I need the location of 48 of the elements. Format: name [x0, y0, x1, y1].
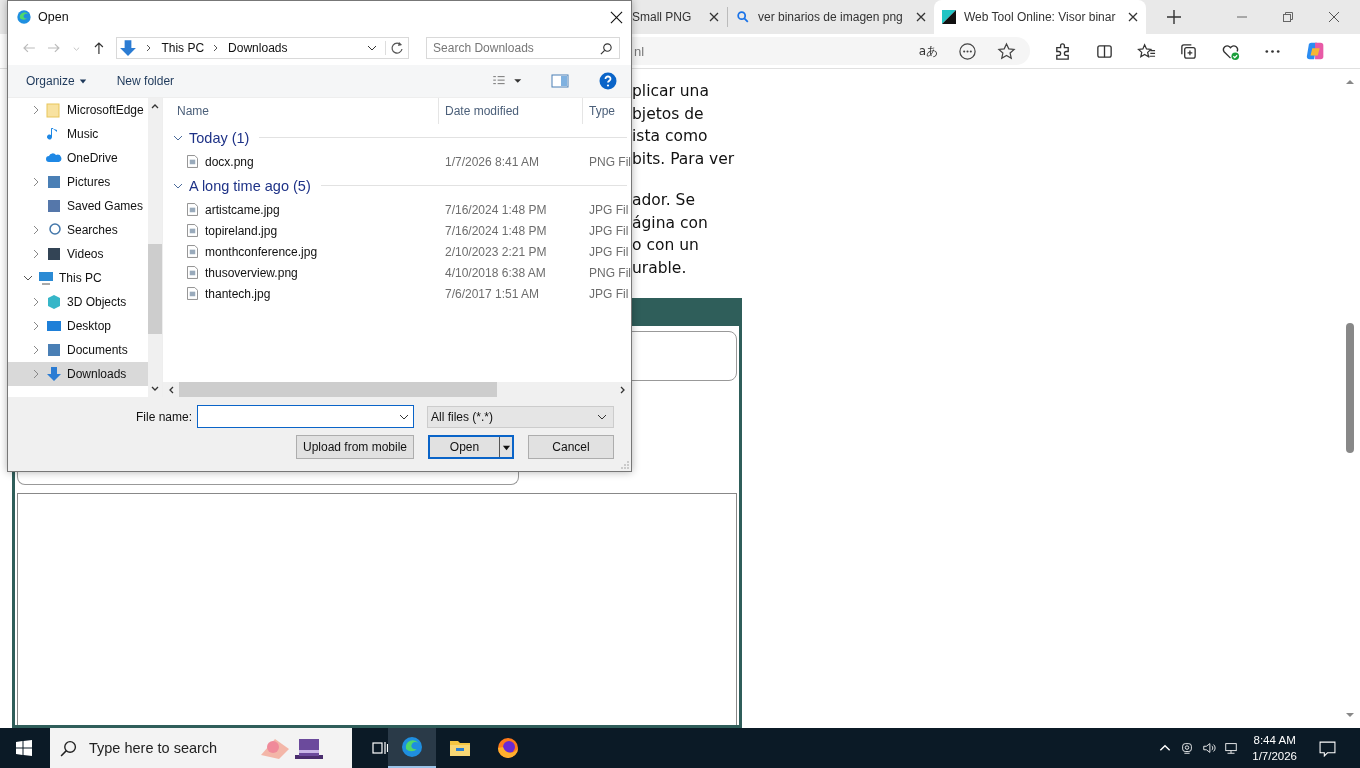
folder-tree-item[interactable]: Pictures [8, 170, 148, 194]
group-header[interactable]: Today (1) [189, 129, 250, 146]
folder-tree-item[interactable]: Downloads [8, 362, 148, 386]
organize-menu[interactable]: Organize [26, 74, 87, 88]
folder-tree-item[interactable]: Saved Games [8, 194, 148, 218]
dialog-button[interactable]: Upload from mobile [296, 435, 414, 459]
split-button[interactable]: Open [428, 435, 514, 459]
group-header[interactable]: A long time ago (5) [189, 177, 311, 194]
folder-tree-item[interactable]: Desktop [8, 314, 148, 338]
new-folder-button[interactable]: New folder [116, 74, 175, 88]
file-row[interactable]: monthconference.jpg 2/10/2023 2:21 PM JPG Fil [163, 241, 631, 262]
article-text-line: bits. Para ver [632, 149, 736, 171]
address-field[interactable]: This PC Downloads [116, 37, 410, 59]
clock[interactable]: 8:44 AM 1/7/2026 [1252, 732, 1297, 764]
file-type-dropdown[interactable]: All files (*.*) [427, 405, 614, 428]
browser-tab[interactable]: ver binarios de imagen png [728, 0, 934, 34]
breadcrumb-item[interactable]: Downloads [228, 41, 288, 55]
file-row[interactable]: topireland.jpg 7/16/2024 1:48 PM JPG Fil [163, 220, 631, 241]
article-text-line: plicar una [632, 81, 710, 102]
taskbar-search-field[interactable]: Type here to search [50, 728, 352, 768]
article-text-line: bjetos de [632, 103, 705, 125]
column-header[interactable]: Type [583, 98, 631, 124]
browser-tab[interactable]: Web Tool Online: Visor binar [934, 0, 1146, 34]
dialog-button[interactable]: Cancel [528, 435, 614, 459]
article-text-line: ágina con [632, 212, 709, 234]
folder-tree-item[interactable]: Searches [8, 218, 148, 242]
column-header[interactable]: Date modified [439, 98, 583, 124]
folder-tree-item[interactable]: 3D Objects [8, 290, 148, 314]
article-text-line: urable. [632, 257, 688, 279]
dialog-title: Open [38, 10, 69, 24]
folder-tree-item[interactable]: Music [8, 122, 148, 146]
search-field[interactable]: Search Downloads [426, 37, 620, 59]
breadcrumb-item[interactable]: This PC [161, 41, 205, 55]
folder-tree-item[interactable]: MicrosoftEdge [8, 98, 148, 122]
folder-tree-item[interactable]: Documents [8, 338, 148, 362]
article-text-line: o con un [632, 235, 700, 257]
file-row[interactable]: docx.png 1/7/2026 8:41 AM PNG Fil [163, 151, 631, 172]
file-row[interactable]: thusoverview.png 4/10/2018 6:38 AM PNG Fil [163, 262, 631, 283]
translate-button[interactable]: aあ [918, 42, 938, 60]
column-header[interactable]: Name [163, 98, 439, 124]
file-row[interactable]: thantech.jpg 7/6/2017 1:51 AM JPG Fil [163, 283, 631, 304]
folder-tree-item[interactable]: This PC [8, 266, 148, 290]
folder-tree-item[interactable]: Videos [8, 242, 148, 266]
article-text-line: ista como [632, 126, 709, 148]
file-row[interactable]: artistcame.jpg 7/16/2024 1:48 PM JPG Fil [163, 199, 631, 220]
article-text-line: ador. Se [632, 189, 696, 211]
field-label: File name: [134, 409, 192, 424]
folder-tree-item[interactable]: OneDrive [8, 146, 148, 170]
